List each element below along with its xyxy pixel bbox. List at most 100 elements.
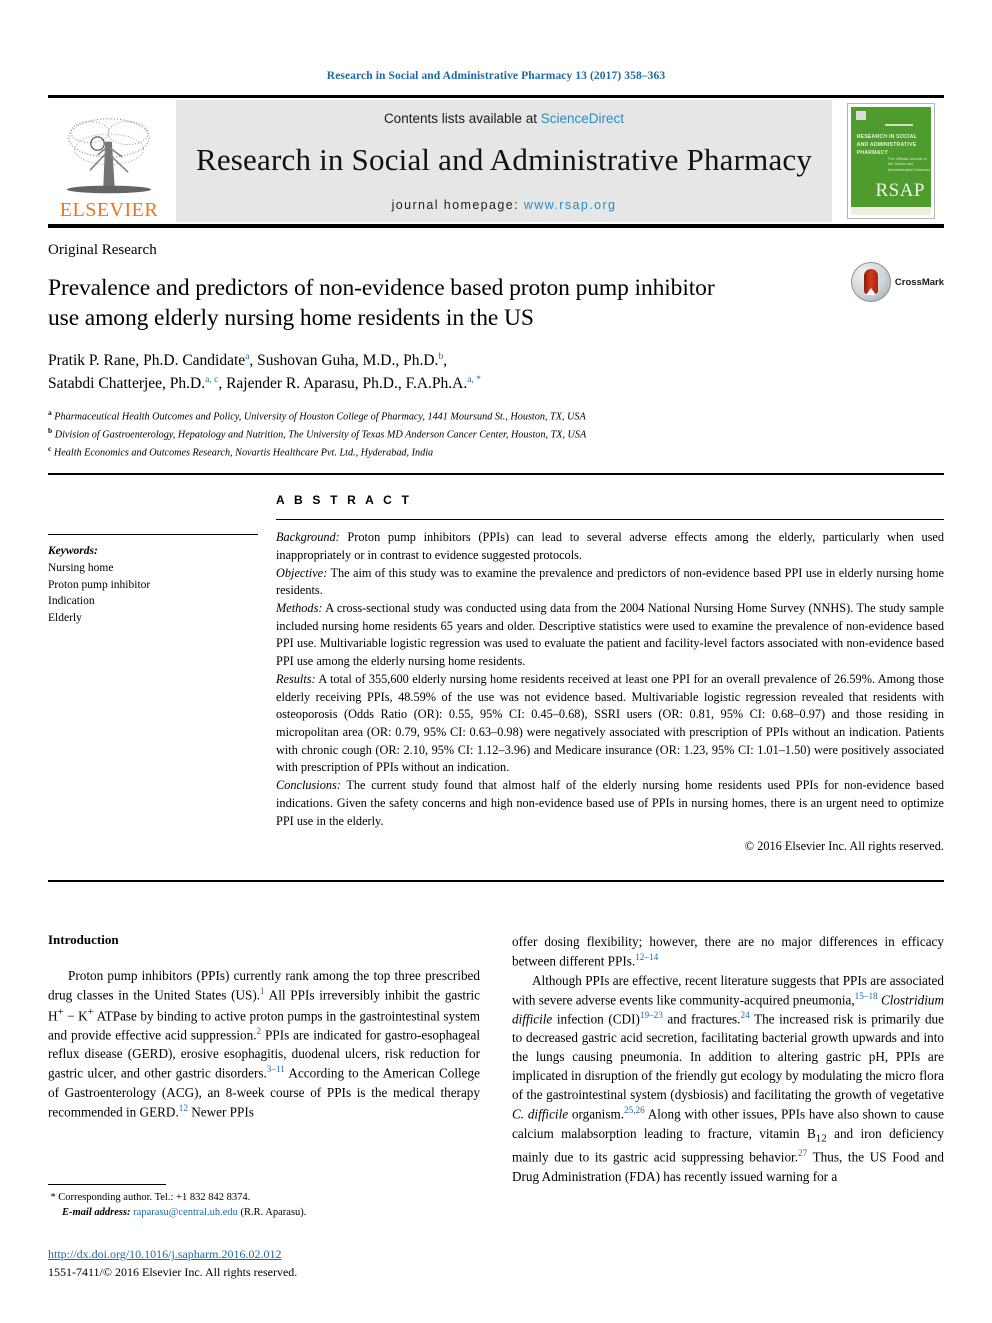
author-affil-mark: b — [438, 352, 444, 362]
abstract-text: Proton pump inhibitors (PPIs) can lead t… — [276, 530, 944, 562]
cover-elsevier-mark-icon — [856, 111, 866, 120]
keywords-rule — [48, 534, 258, 536]
abstract-column: A B S T R A C T Background: Proton pump … — [276, 493, 944, 854]
body-text: infection (CDI) — [552, 1011, 640, 1027]
keyword-item: Proton pump inhibitor — [48, 578, 151, 591]
journal-homepage-link[interactable]: www.rsap.org — [524, 198, 617, 212]
abstract-label: Results: — [276, 671, 316, 686]
body-paragraph: offer dosing flexibility; however, there… — [512, 932, 944, 970]
abstract-text: The aim of this study was to examine the… — [276, 565, 944, 598]
journal-title: Research in Social and Administrative Ph… — [195, 141, 813, 177]
keywords-heading: Keywords: — [48, 545, 98, 558]
cover-rule — [884, 124, 913, 127]
affiliation-item: a Pharmaceutical Health Outcomes and Pol… — [48, 407, 944, 425]
keyword-item: Indication — [48, 595, 95, 608]
citation-ref[interactable]: 24 — [740, 1010, 749, 1020]
citation-ref[interactable]: 3–11 — [267, 1064, 285, 1074]
corresponding-marker: * — [50, 1191, 56, 1203]
citation-ref[interactable]: 15–18 — [855, 991, 878, 1001]
email-link[interactable]: raparasu@central.uh.edu — [133, 1207, 238, 1218]
journal-banner: Contents lists available at ScienceDirec… — [176, 100, 832, 222]
citation-ref[interactable]: 25,26 — [624, 1105, 645, 1115]
affiliation-item: c Health Economics and Outcomes Research… — [48, 443, 944, 461]
body-text: and fractures. — [662, 1011, 741, 1027]
doi-block: http://dx.doi.org/10.1016/j.sapharm.2016… — [48, 1245, 463, 1281]
cover-artwork: RESEARCH IN SOCIAL AND ADMINISTRATIVE PH… — [851, 107, 931, 215]
cover-subtitle: The Official Journal of the Social and A… — [887, 155, 931, 172]
contents-available-line: Contents lists available at ScienceDirec… — [384, 111, 624, 126]
abstract-label: Objective: — [276, 565, 328, 580]
affiliation-text: Health Economics and Outcomes Research, … — [53, 447, 434, 459]
cover-journal-title: RESEARCH IN SOCIAL AND ADMINISTRATIVE PH… — [856, 134, 917, 156]
cover-acronym: RSAP — [875, 180, 925, 202]
abstract-heading: A B S T R A C T — [276, 493, 412, 508]
body-text: organism. — [568, 1106, 625, 1122]
abstract-paragraph: Results: A total of 355,600 elderly nurs… — [276, 671, 944, 777]
abstract-section: Keywords: Nursing home Proton pump inhib… — [48, 475, 944, 854]
corresponding-author-note: * Corresponding author. Tel.: +1 832 842… — [48, 1190, 463, 1206]
abstract-text: A cross-sectional study was conducted us… — [276, 601, 944, 669]
email-attribution: (R.R. Aparasu). — [240, 1207, 307, 1219]
body-left-column: Introduction Proton pump inhibitors (PPI… — [48, 932, 480, 1185]
sciencedirect-link[interactable]: ScienceDirect — [541, 111, 624, 126]
email-label: E-mail address: — [62, 1207, 131, 1219]
body-right-column: offer dosing flexibility; however, there… — [512, 932, 944, 1185]
keyword-item: Elderly — [48, 611, 82, 624]
keywords-column: Keywords: Nursing home Proton pump inhib… — [48, 493, 276, 854]
affiliation-item: b Division of Gastroenterology, Hepatolo… — [48, 425, 944, 443]
abstract-text: The current study found that almost half… — [276, 778, 944, 828]
abstract-rule — [276, 519, 944, 521]
author-affil-mark: a, * — [467, 375, 481, 386]
body-paragraph: Proton pump inhibitors (PPIs) currently … — [48, 966, 480, 1121]
affiliation-text: Pharmaceutical Health Outcomes and Polic… — [54, 411, 586, 423]
contents-prefix: Contents lists available at — [383, 110, 541, 126]
journal-homepage-line: journal homepage: www.rsap.org — [392, 198, 617, 212]
keyword-item: Nursing home — [48, 561, 114, 574]
running-head: Research in Social and Administrative Ph… — [326, 70, 666, 82]
elsevier-wordmark: ELSEVIER — [59, 199, 159, 221]
cover-footer-band — [851, 207, 931, 215]
affiliation-mark: a — [48, 407, 52, 417]
article-type: Original Research — [48, 242, 157, 258]
affiliation-mark: b — [48, 425, 53, 435]
citation-ref[interactable]: 27 — [798, 1148, 807, 1158]
author-name: Pratik P. Rane, Ph.D. Candidate — [48, 352, 246, 370]
elsevier-tree-icon — [66, 118, 152, 194]
journal-masthead: ELSEVIER Contents lists available at Sci… — [48, 98, 944, 224]
footnote-rule — [48, 1183, 166, 1185]
citation-ref[interactable]: 19–23 — [640, 1010, 663, 1020]
abstract-label: Background: — [276, 530, 340, 545]
body-text: Newer PPIs — [187, 1104, 254, 1120]
page-title: Prevalence and predictors of non-evidenc… — [48, 275, 715, 332]
affiliation-list: a Pharmaceutical Health Outcomes and Pol… — [48, 407, 944, 462]
article-body: Introduction Proton pump inhibitors (PPI… — [48, 882, 944, 1185]
journal-cover-thumbnail: RESEARCH IN SOCIAL AND ADMINISTRATIVE PH… — [838, 98, 944, 224]
affiliation-mark: c — [48, 444, 52, 454]
abstract-label: Methods: — [276, 601, 323, 616]
affiliation-text: Division of Gastroenterology, Hepatology… — [54, 429, 587, 441]
abstract-paragraph: Conclusions: The current study found tha… — [276, 777, 944, 830]
author-affil-mark: a — [245, 352, 250, 362]
article-header: CrossMark Original Research Prevalence a… — [48, 228, 944, 461]
abstract-paragraph: Objective: The aim of this study was to … — [276, 565, 944, 600]
author-list: Pratik P. Rane, Ph.D. Candidatea, Sushov… — [48, 352, 481, 393]
homepage-prefix: journal homepage: — [391, 197, 524, 212]
abstract-paragraph: Methods: A cross-sectional study was con… — [276, 600, 944, 671]
citation-ref[interactable]: 12 — [179, 1103, 188, 1113]
journal-article-page: Research in Social and Administrative Ph… — [0, 0, 992, 1323]
abstract-label: Conclusions: — [276, 778, 341, 793]
email-note: E-mail address: raparasu@central.uh.edu … — [48, 1205, 463, 1221]
abstract-copyright: © 2016 Elsevier Inc. All rights reserved… — [744, 839, 944, 854]
crossmark-badge-group[interactable]: CrossMark — [850, 262, 944, 302]
elsevier-logo: ELSEVIER — [48, 98, 170, 224]
issn-copyright-line: 1551-7411/© 2016 Elsevier Inc. All right… — [48, 1265, 298, 1279]
subscript-12: 12 — [815, 1132, 827, 1145]
author-name: Sushovan Guha, M.D., Ph.D. — [257, 352, 439, 370]
citation-ref[interactable]: 12–14 — [635, 952, 658, 962]
abstract-paragraph: Background: Proton pump inhibitors (PPIs… — [276, 529, 944, 564]
doi-link[interactable]: http://dx.doi.org/10.1016/j.sapharm.2016… — [48, 1245, 463, 1263]
cover-frame: RESEARCH IN SOCIAL AND ADMINISTRATIVE PH… — [847, 103, 935, 219]
crossmark-icon — [850, 262, 891, 302]
author-name: Satabdi Chatterjee, Ph.D. — [48, 375, 206, 393]
author-name: Rajender R. Aparasu, Ph.D., F.A.Ph.A. — [226, 375, 468, 393]
